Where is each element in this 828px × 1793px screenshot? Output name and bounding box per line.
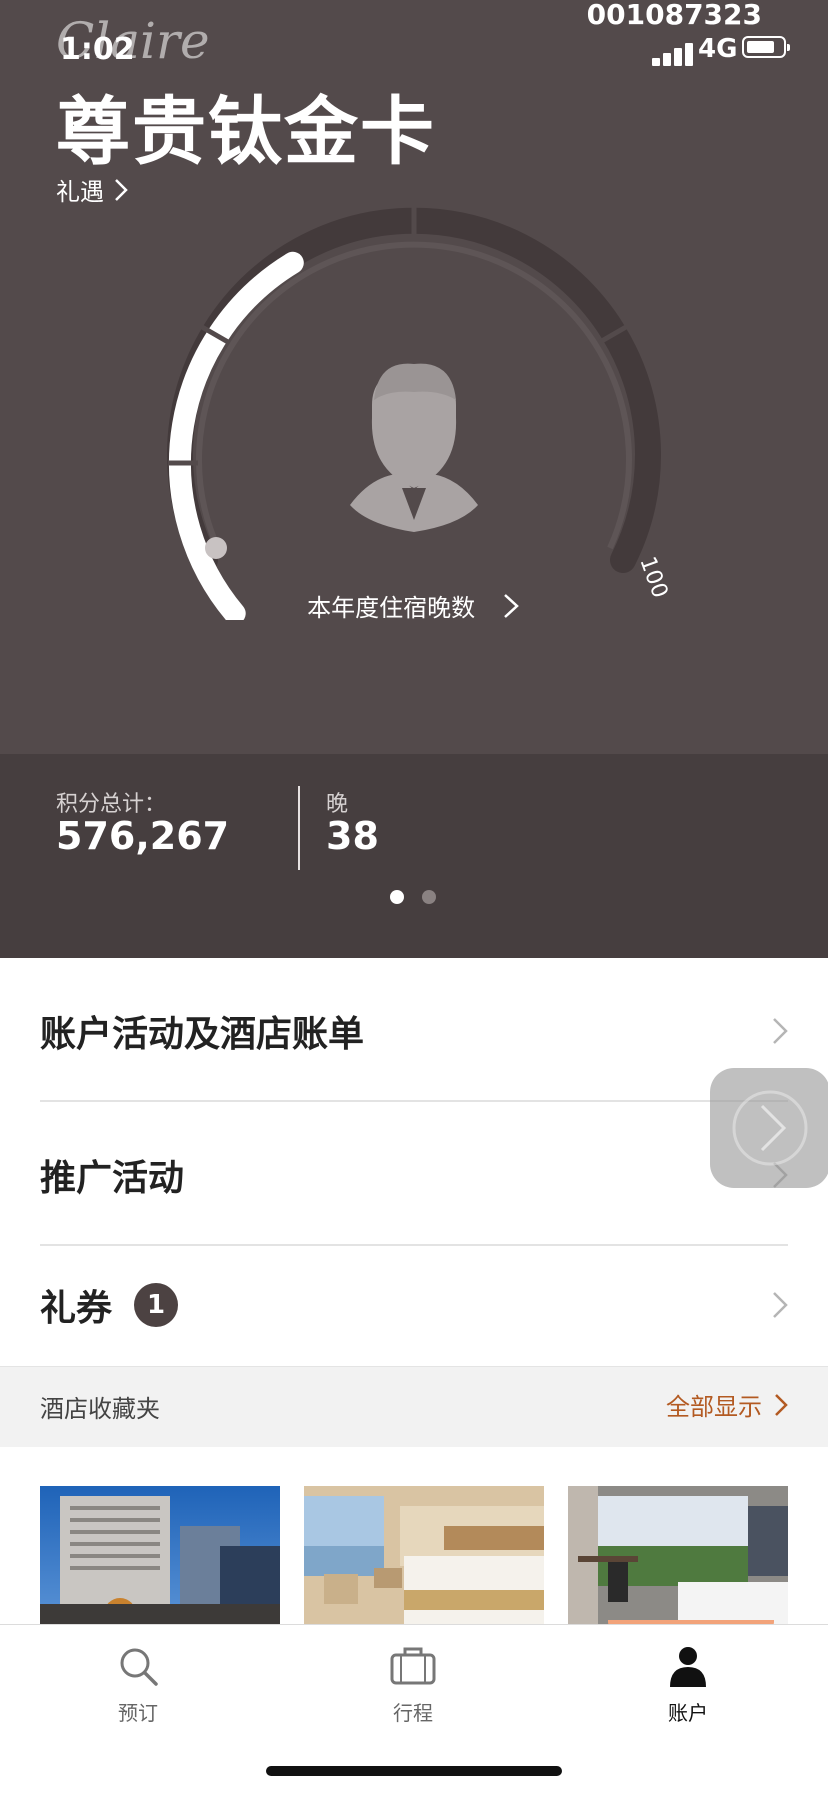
hotel-exterior-image <box>40 1486 280 1624</box>
avatar-icon <box>350 363 478 532</box>
tab-account[interactable]: 账户 <box>618 1645 758 1726</box>
chevron-right-icon <box>773 1018 788 1044</box>
favorite-hotel-card[interactable] <box>568 1486 788 1624</box>
tab-account-label: 账户 <box>668 1701 708 1725</box>
favorite-hotel-card[interactable] <box>304 1486 544 1624</box>
stats-divider <box>298 786 300 870</box>
tab-book-label: 预订 <box>118 1701 158 1725</box>
chevron-right-icon <box>773 1292 788 1318</box>
favorites-title: 酒店收藏夹 <box>40 1395 160 1423</box>
favorites-header: 酒店收藏夹 全部显示 <box>0 1366 828 1447</box>
hotel-room-image <box>568 1486 788 1624</box>
account-activity-label: 账户活动及酒店账单 <box>40 1014 365 1055</box>
coupons-label: 礼券 <box>40 1288 113 1329</box>
show-all-label: 全部显示 <box>666 1393 762 1421</box>
suitcase-icon <box>390 1647 436 1685</box>
coupons-row[interactable]: 礼券 1 <box>40 1270 788 1340</box>
tab-trips[interactable]: 行程 <box>343 1645 483 1726</box>
hotel-room-image <box>304 1486 544 1624</box>
annual-nights-link[interactable]: 本年度住宿晚数 <box>0 588 828 623</box>
chevron-right-icon <box>775 1393 788 1416</box>
promotions-label: 推广活动 <box>40 1158 185 1199</box>
gauge-progress-arc <box>168 251 304 620</box>
nights-gauge: 100 <box>167 205 672 620</box>
floating-assist-button[interactable] <box>710 1068 828 1188</box>
row-divider <box>40 1100 788 1102</box>
gauge-marker <box>205 537 227 559</box>
tab-trips-label: 行程 <box>393 1701 433 1725</box>
row-divider <box>40 1244 788 1246</box>
nights-value: 38 <box>326 814 379 858</box>
membership-hero: Claire 1:02 001087323 4G 尊贵钛金卡 礼遇 100 本年… <box>0 0 828 754</box>
coupons-count-badge: 1 <box>134 1283 179 1327</box>
tab-book[interactable]: 预订 <box>68 1645 208 1726</box>
favorite-hotel-card[interactable] <box>40 1486 280 1624</box>
annual-nights-label: 本年度住宿晚数 <box>307 594 476 622</box>
chevron-right-icon <box>503 593 519 618</box>
promotions-row[interactable]: 推广活动 <box>40 1140 788 1210</box>
page-dot[interactable] <box>422 890 436 904</box>
show-all-link[interactable]: 全部显示 <box>666 1387 788 1422</box>
user-icon <box>670 1647 706 1687</box>
home-indicator <box>266 1766 562 1776</box>
page-dot[interactable] <box>390 890 404 904</box>
search-icon <box>120 1648 158 1686</box>
account-activity-row[interactable]: 账户活动及酒店账单 <box>40 996 788 1066</box>
points-value: 576,267 <box>56 814 230 858</box>
chevron-right-icon <box>732 1090 808 1166</box>
page-indicator[interactable] <box>390 890 440 904</box>
